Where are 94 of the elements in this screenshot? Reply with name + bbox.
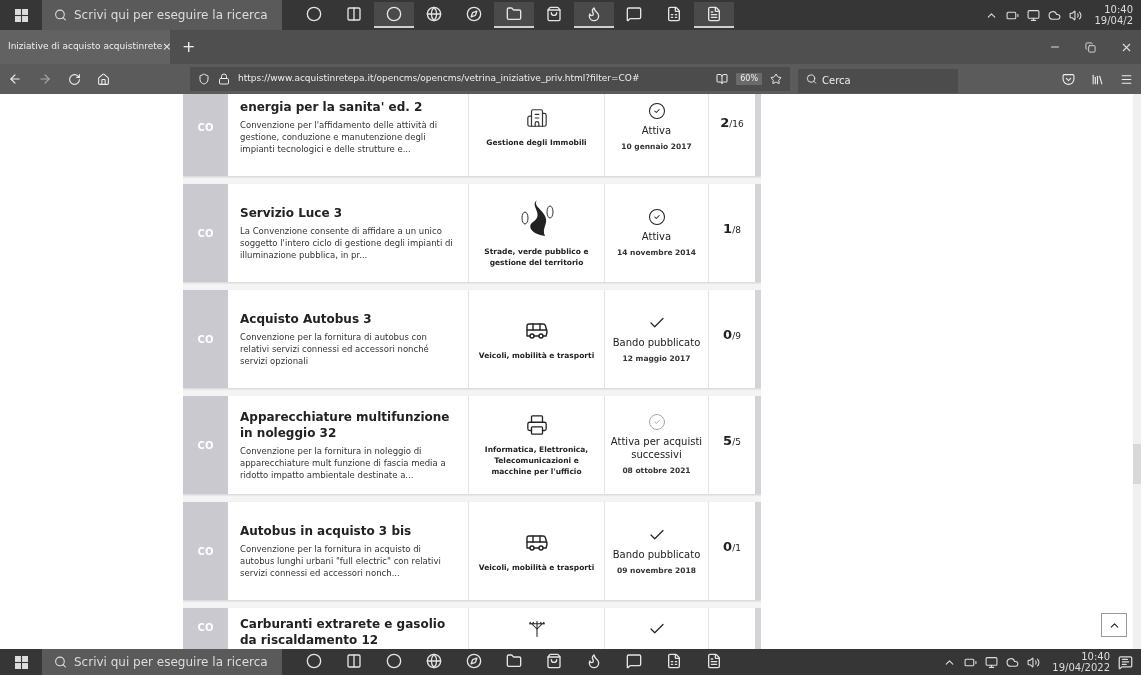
initiative-description: Convenzione per la fornitura in acquisto di autobus lunghi urbani "full electric" con relativi servizi connessi ed accessori nonch...	[240, 543, 442, 579]
browser-icon	[386, 653, 402, 669]
search-icon	[54, 655, 67, 669]
initiative-card[interactable]	[183, 502, 761, 600]
windows-logo-icon[interactable]	[14, 655, 28, 669]
tab-title: Iniziative di acquisto acquistinrete	[8, 40, 163, 54]
status-label: Attiva	[641, 123, 672, 137]
compass-icon	[466, 6, 482, 22]
browser-tab[interactable]: Iniziative di acquisto acquistinrete×	[0, 30, 170, 64]
initiative-card[interactable]	[183, 94, 761, 176]
lock-icon	[218, 73, 230, 85]
initiative-card[interactable]	[183, 396, 761, 494]
lot-count: 0/1	[723, 538, 741, 556]
initiative-title: Servizio Luce 3	[240, 205, 344, 221]
task-view-icon	[346, 6, 362, 22]
forward-icon[interactable]	[38, 72, 52, 86]
status-label: Attiva per acquisti successivi	[609, 435, 704, 462]
shield-icon	[198, 73, 210, 85]
spreadsheet-icon	[666, 6, 682, 22]
reload-icon[interactable]	[68, 72, 81, 86]
scrollbar-thumb[interactable]	[1133, 444, 1141, 484]
speaker-icon[interactable]	[1027, 655, 1041, 669]
globe-icon	[426, 6, 442, 22]
url-text: https://www.acquistinretepa.it/opencms/opencms/vetrina_iniziative_priv.html?filter=CO#	[238, 72, 640, 86]
document-icon	[706, 6, 722, 22]
initiative-description: Convenzione per l'affidamento delle attività di gestione, conduzione e manutenzione degli impianti tecnologici e delle strutture e...	[240, 119, 439, 155]
clock[interactable]: 10:40 19/04/2	[1094, 4, 1133, 26]
initiative-description: Convenzione per la fornitura in noleggio di apparecchiature mult funzione di fascia media a ridotto impatto ambientale destinate a...	[240, 445, 447, 481]
cloud-icon[interactable]	[1048, 8, 1062, 22]
monitor-icon[interactable]	[985, 655, 999, 669]
taskbar-app[interactable]	[574, 2, 614, 28]
status-label: Bando pubblicato	[612, 547, 701, 561]
notification-icon[interactable]	[1118, 654, 1133, 670]
back-icon[interactable]	[8, 72, 22, 86]
library-icon[interactable]	[1091, 72, 1104, 86]
flame-icon	[586, 6, 602, 22]
taskbar-app[interactable]	[494, 2, 534, 28]
initiative-title: Apparecchiature multifunzione in noleggio 32	[240, 409, 451, 441]
clock-date: 19/04/2022	[1052, 662, 1110, 673]
zoom-level[interactable]: 60%	[736, 73, 762, 85]
globe-icon	[426, 653, 442, 669]
initiative-card[interactable]	[183, 184, 761, 282]
taskbar-search-field[interactable]: Scrivi qui per eseguire la ricerca	[42, 649, 282, 675]
circle-icon	[306, 6, 322, 22]
chat-icon	[626, 653, 642, 669]
lot-count: 0/9	[723, 326, 741, 344]
bag-icon	[546, 653, 562, 669]
lot-count: 5/5	[723, 432, 741, 450]
reader-icon[interactable]	[716, 73, 729, 85]
task-view-icon	[346, 653, 362, 669]
flame-icon	[586, 653, 602, 669]
compass-icon	[466, 653, 482, 669]
windows-logo-icon[interactable]	[14, 8, 28, 22]
initiative-description: La Convenzione consente di affidare a un unico soggetto l'intero ciclo di gestione degli impianti di illuminazione pubblica, in pr...	[240, 225, 454, 261]
chat-icon	[626, 6, 642, 22]
new-tab-button[interactable]: +	[170, 35, 208, 59]
spreadsheet-icon	[666, 653, 682, 669]
initiative-title: Acquisto Autobus 3	[240, 311, 373, 327]
initiative-title: Carburanti extrarete e gasolio da riscaldamento 12	[240, 616, 447, 648]
menu-icon[interactable]	[1120, 72, 1133, 86]
document-icon	[706, 653, 722, 669]
initiative-description: Convenzione per la fornitura di autobus con relativi servizi connessi ed accessori nonché servizi opzionali	[240, 331, 430, 367]
address-bar[interactable]: https://www.acquistinretepa.it/opencms/opencms/vetrina_iniziative_priv.html?filter=CO# 60%	[190, 67, 790, 91]
speaker-icon[interactable]	[1069, 8, 1083, 22]
pocket-icon[interactable]	[1062, 72, 1075, 86]
cloud-icon[interactable]	[1006, 655, 1020, 669]
search-field[interactable]: Cerca	[798, 68, 958, 93]
clock-date: 19/04/2	[1094, 15, 1133, 26]
tab-close-button[interactable]: ×	[162, 38, 172, 56]
initiative-title: Autobus in acquisto 3 bis	[240, 523, 413, 539]
scroll-to-top-button[interactable]	[1101, 613, 1127, 637]
browser-icon	[386, 6, 402, 22]
folder-icon	[506, 653, 522, 669]
lot-count: 1/8	[723, 220, 741, 238]
restore-icon[interactable]	[1085, 41, 1096, 53]
taskbar-search-field[interactable]: Scrivi qui per eseguire la ricerca	[42, 0, 282, 30]
circle-icon	[306, 653, 322, 669]
scrollbar[interactable]	[1133, 94, 1141, 649]
status-label: Attiva	[641, 229, 672, 243]
star-icon[interactable]	[770, 73, 782, 85]
search-icon	[806, 73, 817, 85]
folder-icon	[506, 6, 522, 22]
taskbar-app[interactable]	[374, 2, 414, 28]
home-icon[interactable]	[97, 72, 110, 86]
clock[interactable]: 10:40 19/04/2022	[1052, 651, 1110, 673]
status-label: Bando pubblicato	[612, 335, 701, 349]
search-icon	[54, 8, 67, 22]
taskbar-app[interactable]	[694, 2, 734, 28]
monitor-icon[interactable]	[1027, 8, 1041, 22]
clock-time: 10:40	[1104, 4, 1133, 15]
lot-count: 2/16	[720, 114, 744, 132]
initiative-title: energia per la sanita' ed. 2	[240, 99, 424, 115]
clock-time: 10:40	[1081, 651, 1110, 662]
bag-icon	[546, 6, 562, 22]
